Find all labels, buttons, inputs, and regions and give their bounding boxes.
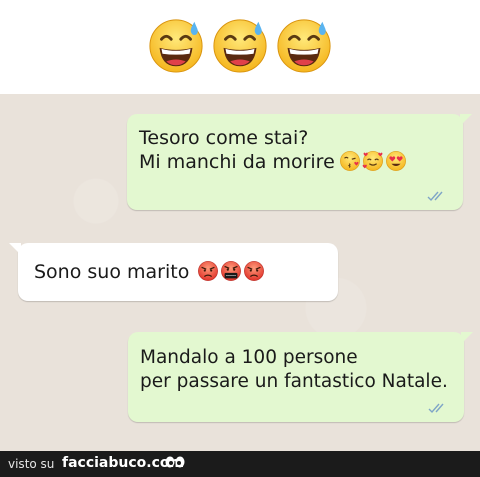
read-receipt-icon xyxy=(427,191,443,202)
message-line: Sono suo marito xyxy=(34,260,265,284)
incoming-message-bubble[interactable]: Sono suo marito xyxy=(9,243,338,301)
angry-face-emoji-icon xyxy=(198,261,219,281)
grinning-sweat-emoji-icon xyxy=(277,19,331,73)
message-text: Tesoro come stai? Mi manchi da morire xyxy=(139,126,407,174)
read-receipt-icon xyxy=(428,403,444,414)
message-emoji-group xyxy=(197,260,265,282)
message-line: Mi manchi da morire xyxy=(139,150,407,174)
heart-eyes-emoji-icon xyxy=(385,151,406,171)
outgoing-message-bubble[interactable]: Mandalo a 100 persone per passare un fan… xyxy=(128,332,473,422)
cursing-face-emoji-icon xyxy=(221,261,242,281)
header-emoji-band xyxy=(0,0,480,94)
footer-visto-label: visto su xyxy=(8,457,55,471)
smiling-hearts-emoji-icon xyxy=(362,151,383,171)
angry-face-emoji-icon xyxy=(244,261,265,281)
watermark-footer: visto su facciabuco.com xyxy=(0,451,480,477)
eyes-logo-icon xyxy=(165,456,185,468)
header-emoji-row xyxy=(0,16,480,74)
grinning-sweat-emoji-icon xyxy=(213,19,267,73)
message-line: per passare un fantastico Natale. xyxy=(140,371,448,392)
message-line: Mandalo a 100 persone xyxy=(140,347,358,368)
message-line-text: Sono suo marito xyxy=(34,261,190,283)
message-line-text: Mi manchi da morire xyxy=(139,151,335,173)
message-text: Sono suo marito xyxy=(34,260,265,284)
message-text: Mandalo a 100 persone per passare un fan… xyxy=(140,346,448,394)
outgoing-message-bubble[interactable]: Tesoro come stai? Mi manchi da morire xyxy=(127,114,472,210)
message-line: Tesoro come stai? xyxy=(139,127,309,149)
message-emoji-group xyxy=(339,150,407,172)
kissing-heart-emoji-icon xyxy=(339,151,360,171)
grinning-sweat-emoji-icon xyxy=(149,19,203,73)
